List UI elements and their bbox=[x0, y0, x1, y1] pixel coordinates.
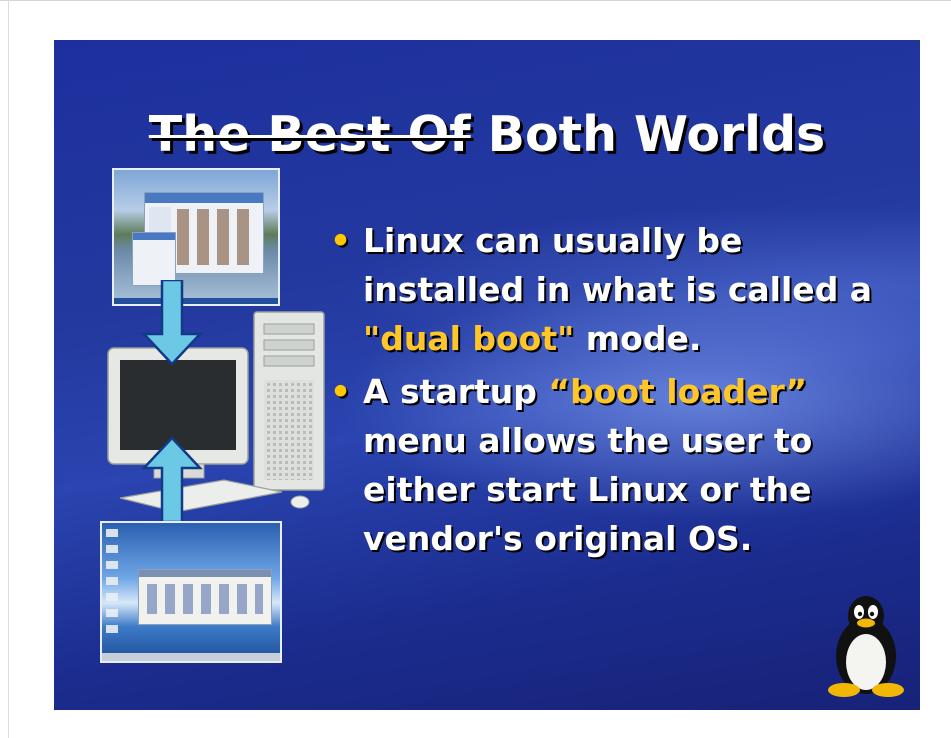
frame-border-left bbox=[8, 0, 9, 738]
calendar-window bbox=[132, 232, 176, 286]
desktop-icons bbox=[106, 529, 118, 639]
bullet-text: mode. bbox=[574, 319, 702, 358]
bullet-marker: • bbox=[330, 372, 352, 411]
bullet-highlight: “boot loader” bbox=[548, 372, 808, 411]
tux-penguin-icon bbox=[828, 596, 904, 697]
bullet-text: A startup bbox=[363, 372, 549, 411]
bullet-highlight: "dual boot" bbox=[363, 319, 575, 358]
panel bbox=[102, 653, 280, 661]
slide-title: The Best Of Both Worlds bbox=[54, 106, 920, 164]
bullet-text: Linux can usually be installed in what i… bbox=[363, 221, 873, 309]
mouse bbox=[290, 495, 310, 509]
title-text: Both Worlds bbox=[470, 106, 826, 163]
bullet-item: • Linux can usually be installed in what … bbox=[330, 216, 890, 363]
monitor-screen bbox=[120, 360, 236, 450]
slide: The Best Of Both Worlds • Linux can usua… bbox=[54, 40, 920, 710]
bullet-marker: • bbox=[330, 221, 352, 260]
linux-desktop-screenshot bbox=[100, 521, 282, 663]
title-struck-text: The Best Of bbox=[148, 106, 471, 163]
file-manager-window bbox=[138, 569, 272, 625]
frame-border-top bbox=[0, 0, 951, 1]
bullet-item: • A startup “boot loader” menu allows the… bbox=[330, 367, 890, 563]
bullet-list: • Linux can usually be installed in what … bbox=[330, 216, 890, 567]
bullet-text: menu allows the user to either start Lin… bbox=[363, 421, 813, 558]
